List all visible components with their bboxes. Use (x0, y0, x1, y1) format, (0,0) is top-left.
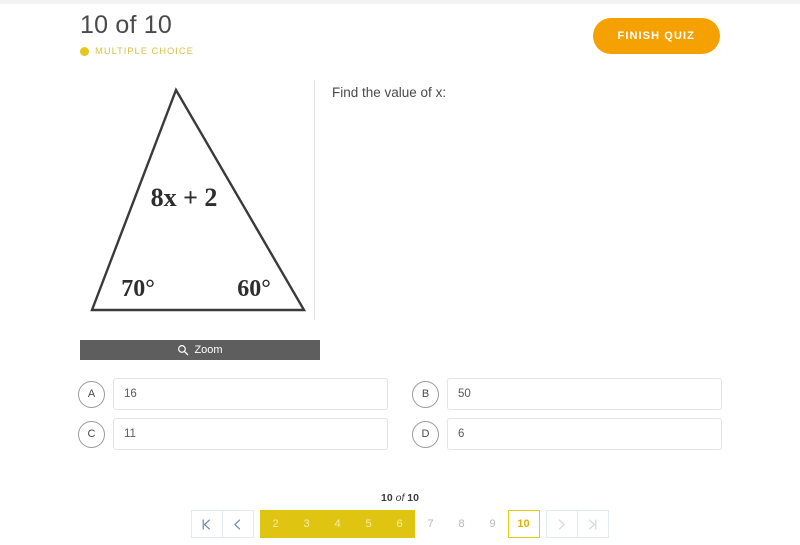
answer-options: A 16 B 50 C 11 D 6 (78, 378, 722, 450)
vertical-divider (314, 80, 315, 320)
finish-quiz-button[interactable]: FINISH QUIZ (592, 18, 720, 54)
answer-option-d[interactable]: D 6 (412, 418, 722, 450)
top-edge-divider (0, 0, 800, 4)
page-button-6[interactable]: 6 (383, 510, 416, 538)
question-counter: 10 of 10 (0, 492, 800, 504)
answer-value-a[interactable]: 16 (113, 378, 388, 410)
answer-option-a[interactable]: A 16 (78, 378, 388, 410)
previous-page-icon (234, 518, 241, 530)
question-content: 8x + 2 70° 60° Zoom Find the value of x: (80, 78, 720, 368)
page-button-4[interactable]: 4 (321, 510, 354, 538)
figure-angle-left-label: 70° (121, 276, 155, 302)
triangle-figure: 8x + 2 70° 60° (90, 87, 307, 312)
question-prompt: Find the value of x: (332, 85, 447, 100)
last-page-button[interactable] (576, 510, 609, 538)
page-button-10[interactable]: 10 (507, 510, 540, 538)
next-page-icon (558, 518, 565, 530)
page-button-3[interactable]: 3 (290, 510, 323, 538)
zoom-button-label: Zoom (194, 344, 223, 356)
answer-option-c[interactable]: C 11 (78, 418, 388, 450)
counter-of: of (395, 492, 405, 504)
answer-letter-d: D (412, 420, 439, 448)
next-page-button[interactable] (545, 510, 578, 538)
figure-angle-right-label: 60° (237, 276, 271, 302)
answer-letter-b: B (412, 380, 439, 408)
status-dot-icon (80, 47, 89, 56)
question-prompt-panel: Find the value of x: (332, 84, 720, 102)
counter-total: 10 (407, 492, 419, 504)
zoom-button[interactable]: Zoom (80, 340, 320, 360)
counter-current: 10 (381, 492, 393, 504)
answer-value-d[interactable]: 6 (447, 418, 722, 450)
quiz-header: 10 of 10 MULTIPLE CHOICE FINISH QUIZ (80, 10, 720, 66)
answer-value-c[interactable]: 11 (113, 418, 388, 450)
page-button-5[interactable]: 5 (352, 510, 385, 538)
first-page-icon (202, 518, 210, 530)
question-figure-panel: 8x + 2 70° 60° Zoom (80, 78, 320, 360)
search-icon (178, 345, 189, 356)
answer-value-b[interactable]: 50 (447, 378, 722, 410)
pagination-area: 10 of 10 2 3 4 5 6 7 8 9 10 (0, 492, 800, 538)
quiz-page: 10 of 10 MULTIPLE CHOICE FINISH QUIZ 8x … (0, 0, 800, 545)
first-page-button[interactable] (190, 510, 223, 538)
answer-option-b[interactable]: B 50 (412, 378, 722, 410)
page-button-8[interactable]: 8 (445, 510, 478, 538)
answer-letter-a: A (78, 380, 105, 408)
pagination: 2 3 4 5 6 7 8 9 10 (190, 510, 609, 538)
answer-letter-c: C (78, 420, 105, 448)
figure-expression-label: 8x + 2 (151, 183, 218, 212)
page-button-2[interactable]: 2 (259, 510, 292, 538)
page-button-9[interactable]: 9 (476, 510, 509, 538)
question-type-label: MULTIPLE CHOICE (95, 46, 194, 57)
last-page-icon (589, 518, 597, 530)
previous-page-button[interactable] (221, 510, 254, 538)
page-button-7[interactable]: 7 (414, 510, 447, 538)
